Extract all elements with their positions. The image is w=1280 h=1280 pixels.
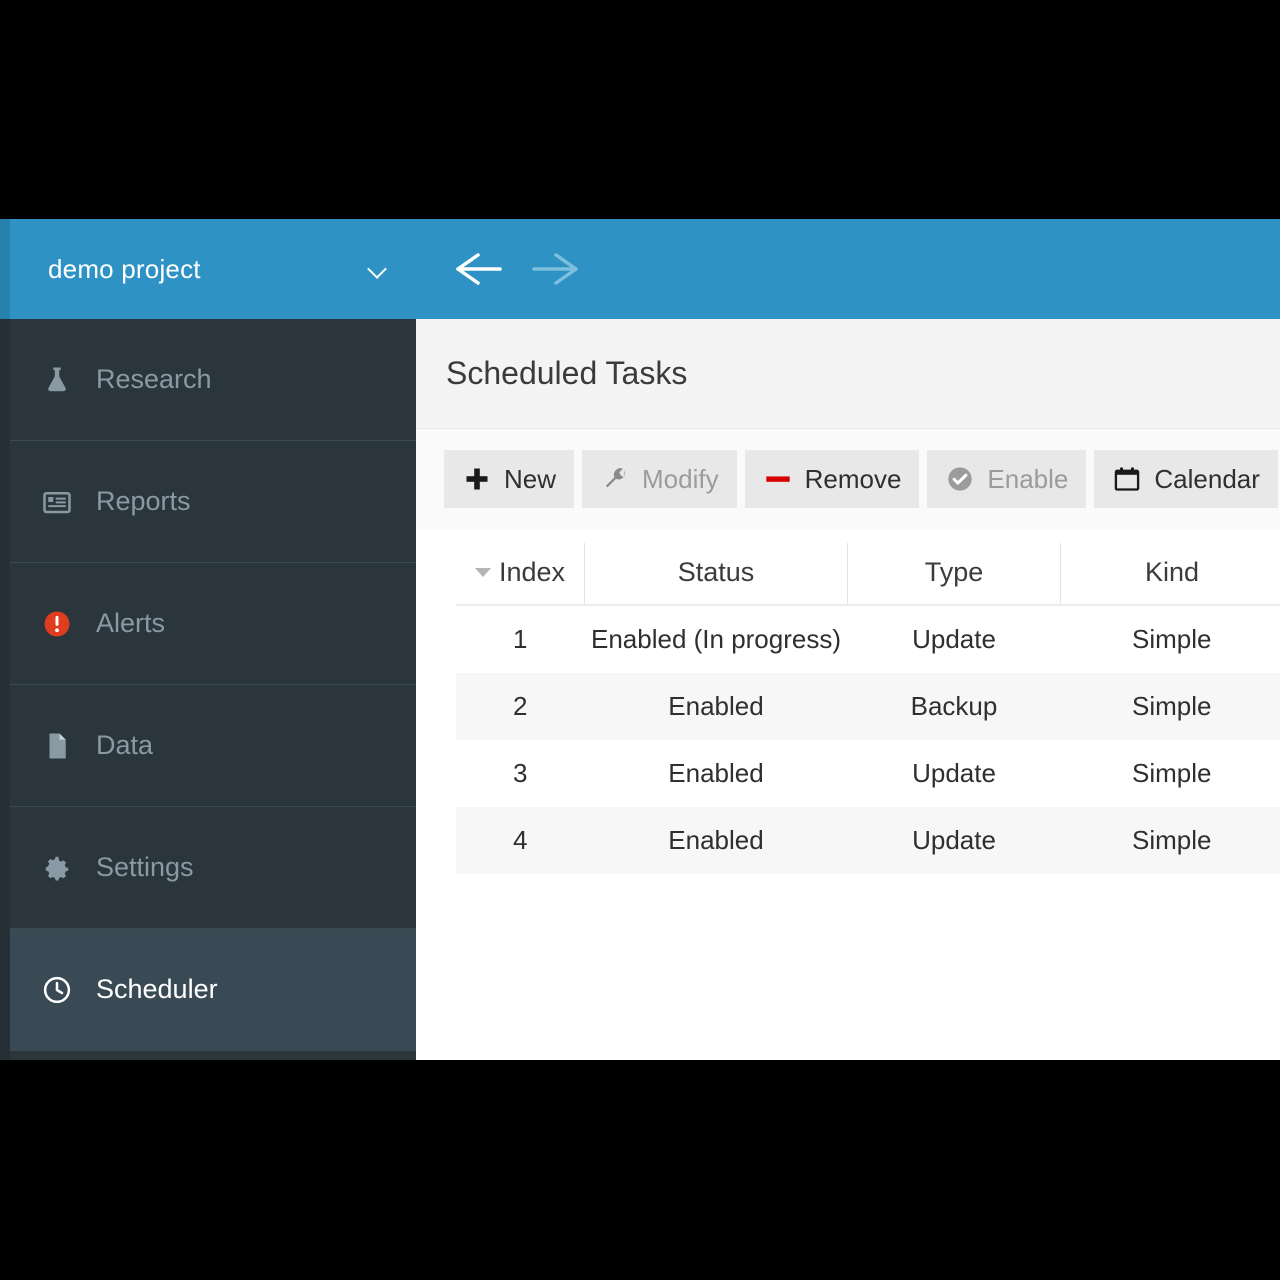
table-header-row: Index Status Type Kind: [456, 543, 1280, 606]
cell-index: 3: [513, 758, 528, 788]
chevron-down-icon: [368, 259, 388, 279]
list-icon: [40, 485, 74, 519]
column-header-index[interactable]: Index: [456, 543, 585, 606]
cell-kind: Simple: [1132, 624, 1212, 654]
cell-status: Enabled: [584, 807, 848, 874]
cell-index: 2: [456, 673, 585, 740]
sidebar: demo project Research Reports Alerts Dat…: [0, 219, 416, 1060]
remove-button[interactable]: Remove: [744, 450, 920, 508]
sidebar-item-settings[interactable]: Settings: [0, 807, 416, 929]
main-content: Scheduled Tasks New Modify Remove Enable…: [416, 219, 1280, 1060]
project-name: demo project: [48, 253, 201, 284]
table-row[interactable]: 1 Enabled (In progress) Update Simple: [456, 605, 1280, 673]
sidebar-left-edge-accent: [0, 219, 10, 319]
check-circle-icon: [945, 464, 975, 494]
page-title: Scheduled Tasks: [446, 355, 688, 391]
column-header-label: Index: [498, 557, 566, 587]
document-icon: [40, 729, 74, 763]
cell-type: Update: [912, 758, 996, 788]
sidebar-item-label: Settings: [96, 852, 194, 882]
button-label: New: [504, 463, 557, 494]
table-container: Index Status Type Kind 1 Enabled (In pro…: [416, 529, 1280, 874]
sidebar-item-label: Research: [96, 364, 212, 394]
sort-descending-icon: [474, 567, 491, 577]
sidebar-item-label: Data: [96, 730, 154, 760]
cell-kind: Simple: [1132, 758, 1212, 788]
minus-icon: [763, 464, 793, 494]
table-body: 1 Enabled (In progress) Update Simple 2 …: [456, 605, 1280, 874]
calendar-icon: [1112, 464, 1142, 494]
column-header-label: Status: [677, 557, 755, 587]
sidebar-item-label: Scheduler: [96, 974, 218, 1004]
enable-button[interactable]: Enable: [927, 450, 1087, 508]
sidebar-item-data[interactable]: Data: [0, 685, 416, 807]
plus-icon: [462, 464, 492, 494]
alert-icon: [40, 607, 74, 641]
sidebar-item-reports[interactable]: Reports: [0, 441, 416, 563]
sidebar-item-label: Alerts: [96, 608, 166, 638]
clock-icon: [40, 973, 74, 1007]
cell-index: 1: [513, 624, 528, 654]
column-header-label: Kind: [1144, 557, 1200, 587]
scheduled-tasks-table: Index Status Type Kind 1 Enabled (In pro…: [456, 543, 1280, 874]
column-header-status[interactable]: Status: [584, 543, 848, 606]
button-label: Modify: [642, 463, 719, 494]
table-row[interactable]: 2 Enabled Backup Simple: [456, 673, 1280, 740]
screenshot-stage: demo project Research Reports Alerts Dat…: [0, 0, 1280, 1280]
table-header: Index Status Type Kind: [456, 543, 1280, 606]
button-label: Calendar: [1154, 463, 1260, 494]
wrench-icon: [600, 464, 630, 494]
sidebar-item-label: Reports: [96, 486, 191, 516]
column-header-kind[interactable]: Kind: [1060, 543, 1280, 606]
cell-status: Enabled: [668, 758, 764, 788]
sidebar-item-alerts[interactable]: Alerts: [0, 563, 416, 685]
cell-type: Update: [847, 807, 1061, 874]
cell-kind: Simple: [1060, 807, 1280, 874]
action-toolbar: New Modify Remove Enable Calendar: [416, 429, 1280, 529]
button-label: Remove: [804, 463, 902, 494]
sidebar-item-research[interactable]: Research: [0, 319, 416, 441]
table-row[interactable]: 3 Enabled Update Simple: [456, 740, 1280, 807]
sidebar-item-partial[interactable]: [0, 1051, 416, 1060]
cell-status: Enabled: [584, 673, 848, 740]
gear-icon: [40, 851, 74, 885]
button-label: Enable: [987, 463, 1069, 494]
sidebar-left-edge: [0, 219, 10, 1060]
cell-type: Backup: [847, 673, 1061, 740]
column-header-type[interactable]: Type: [847, 543, 1061, 606]
table-row[interactable]: 4 Enabled Update Simple: [456, 807, 1280, 874]
project-selector[interactable]: demo project: [0, 219, 416, 319]
calendar-button[interactable]: Calendar: [1094, 450, 1278, 508]
new-button[interactable]: New: [444, 450, 575, 508]
modify-button[interactable]: Modify: [582, 450, 737, 508]
arrow-right-icon: [524, 245, 586, 293]
column-header-label: Type: [924, 557, 984, 587]
cell-type: Update: [912, 624, 996, 654]
page-title-band: Scheduled Tasks: [416, 319, 1280, 429]
flask-icon: [40, 363, 74, 397]
cell-kind: Simple: [1060, 673, 1280, 740]
application-window: demo project Research Reports Alerts Dat…: [0, 219, 1280, 1060]
cell-status: Enabled (In progress): [590, 624, 842, 654]
cell-index: 4: [456, 807, 585, 874]
sidebar-item-scheduler[interactable]: Scheduler: [0, 929, 416, 1051]
top-navigation-bar: [416, 219, 1280, 319]
arrow-left-icon[interactable]: [448, 245, 510, 293]
